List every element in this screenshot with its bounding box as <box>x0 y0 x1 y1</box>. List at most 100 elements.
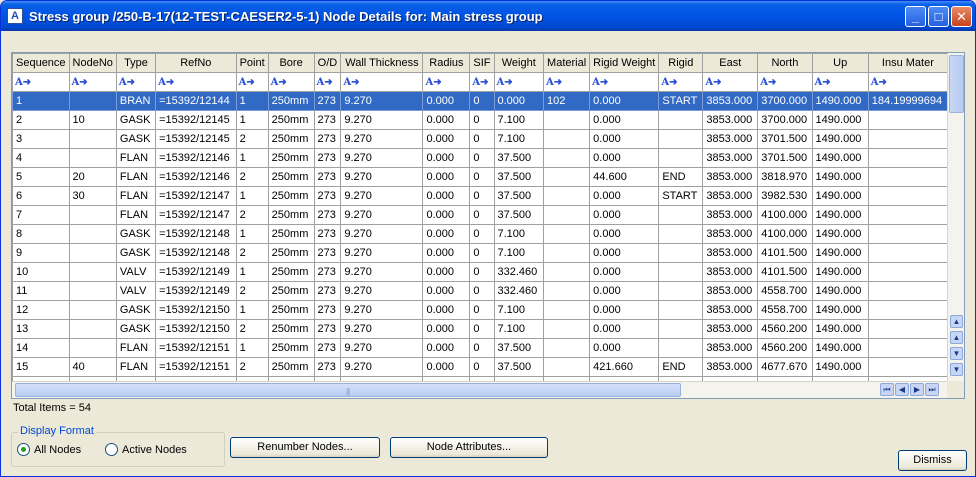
table-cell[interactable] <box>658 243 704 263</box>
nav-next-icon[interactable]: ▶ <box>910 383 924 396</box>
vertical-scrollbar[interactable]: ▲ ▲ ▼ ▼ <box>947 53 964 383</box>
horizontal-scrollbar[interactable]: ||| ⏮ ◀ ▶ ⏭ <box>12 381 948 398</box>
table-cell[interactable]: FLAN <box>115 186 157 206</box>
column-header[interactable]: Weight <box>493 53 545 73</box>
filter-icon[interactable]: A➜ <box>317 77 333 88</box>
table-cell[interactable]: 3 <box>12 129 70 149</box>
table-cell[interactable]: 2 <box>235 205 269 225</box>
vertical-scroll-thumb[interactable] <box>949 55 964 113</box>
filter-icon[interactable]: A➜ <box>271 77 287 88</box>
table-cell[interactable]: =15392/12144 <box>155 91 237 111</box>
table-cell[interactable]: 4558.700 <box>757 300 813 320</box>
table-cell[interactable]: 250mm <box>267 224 315 244</box>
table-cell[interactable]: 0 <box>469 338 495 358</box>
table-cell[interactable]: GASK <box>115 110 157 130</box>
table-row[interactable]: 7 FLAN =15392/12147 2 250mm 273 9.270 0.000 0 37.… <box>12 205 948 225</box>
table-cell[interactable]: 1 <box>235 262 269 282</box>
table-cell[interactable]: 9 <box>12 243 70 263</box>
table-cell[interactable]: 37.500 <box>493 148 545 168</box>
table-cell[interactable]: END <box>658 357 704 377</box>
table-cell[interactable]: 4100.000 <box>757 224 813 244</box>
table-cell[interactable] <box>543 338 591 358</box>
table-cell[interactable]: 37.500 <box>493 205 545 225</box>
column-filter[interactable]: A➜ <box>867 72 948 92</box>
table-cell[interactable]: 3853.000 <box>702 167 759 187</box>
table-cell[interactable]: =15392/12150 <box>155 300 237 320</box>
table-cell[interactable]: 0 <box>469 319 495 339</box>
table-cell[interactable] <box>68 262 117 282</box>
column-header[interactable]: Point <box>235 53 269 73</box>
table-cell[interactable] <box>867 243 948 263</box>
table-cell[interactable]: =15392/12146 <box>155 167 237 187</box>
table-cell[interactable]: 250mm <box>267 262 315 282</box>
table-row[interactable]: 10 VALV =15392/12149 1 250mm 273 9.270 0.000 0 33… <box>12 262 948 282</box>
table-cell[interactable]: =15392/12150 <box>155 319 237 339</box>
maximize-button[interactable]: □ <box>928 6 949 27</box>
table-cell[interactable]: 0.000 <box>589 281 660 301</box>
table-cell[interactable]: 0.000 <box>589 91 660 111</box>
table-cell[interactable]: 1 <box>235 148 269 168</box>
column-header[interactable]: SIF <box>469 53 495 73</box>
table-cell[interactable] <box>543 319 591 339</box>
table-cell[interactable]: =15392/12148 <box>155 224 237 244</box>
table-row[interactable]: 12 GASK =15392/12150 1 250mm 273 9.270 0.000 0 7.… <box>12 300 948 320</box>
table-cell[interactable]: 421.660 <box>589 357 660 377</box>
filter-icon[interactable]: A➜ <box>15 77 31 88</box>
table-cell[interactable]: 0 <box>469 300 495 320</box>
table-cell[interactable]: 7.100 <box>493 129 545 149</box>
table-cell[interactable]: 1490.000 <box>811 186 869 206</box>
table-cell[interactable]: 1490.000 <box>811 300 869 320</box>
table-cell[interactable]: 250mm <box>267 167 315 187</box>
table-cell[interactable] <box>658 205 704 225</box>
scroll-up-icon[interactable]: ▲ <box>950 331 963 344</box>
table-cell[interactable]: 9.270 <box>340 300 424 320</box>
table-cell[interactable]: 3700.000 <box>757 110 813 130</box>
table-cell[interactable]: 0 <box>469 243 495 263</box>
table-cell[interactable]: 37.500 <box>493 167 545 187</box>
table-cell[interactable]: 3701.500 <box>757 129 813 149</box>
table-row[interactable]: 13 GASK =15392/12150 2 250mm 273 9.270 0.000 0 7.… <box>12 319 948 339</box>
table-cell[interactable]: 0.000 <box>589 129 660 149</box>
table-cell[interactable]: 273 <box>313 186 342 206</box>
column-filter[interactable]: A➜ <box>702 72 759 92</box>
table-cell[interactable] <box>658 110 704 130</box>
table-cell[interactable] <box>543 357 591 377</box>
column-filter[interactable]: A➜ <box>811 72 869 92</box>
table-cell[interactable]: 0.000 <box>589 300 660 320</box>
table-cell[interactable]: 37.500 <box>493 186 545 206</box>
table-cell[interactable]: 9.270 <box>340 357 424 377</box>
table-cell[interactable]: 0 <box>469 224 495 244</box>
table-cell[interactable]: 273 <box>313 281 342 301</box>
table-cell[interactable]: 9.270 <box>340 129 424 149</box>
column-header[interactable]: RefNo <box>155 53 237 73</box>
table-cell[interactable]: 0.000 <box>422 281 471 301</box>
table-cell[interactable]: 273 <box>313 167 342 187</box>
table-cell[interactable]: 2 <box>235 129 269 149</box>
table-cell[interactable] <box>867 319 948 339</box>
column-header[interactable]: NodeNo <box>68 53 117 73</box>
table-cell[interactable]: 250mm <box>267 205 315 225</box>
renumber-nodes-button[interactable]: Renumber Nodes... <box>230 437 380 458</box>
nav-first-icon[interactable]: ⏮ <box>880 383 894 396</box>
table-cell[interactable] <box>543 300 591 320</box>
table-cell[interactable]: 9.270 <box>340 148 424 168</box>
all-nodes-radio[interactable]: All Nodes <box>17 443 81 456</box>
node-grid[interactable]: Sequence NodeNo Type RefNo Point Bore O/D Wall … <box>11 52 965 399</box>
table-cell[interactable]: 1490.000 <box>811 243 869 263</box>
table-cell[interactable]: 9.270 <box>340 167 424 187</box>
table-cell[interactable]: 250mm <box>267 91 315 111</box>
table-cell[interactable]: START <box>658 186 704 206</box>
filter-icon[interactable]: A➜ <box>158 77 174 88</box>
table-cell[interactable]: 0.000 <box>422 129 471 149</box>
table-cell[interactable]: 9.270 <box>340 338 424 358</box>
table-row[interactable]: 15 40 FLAN =15392/12151 2 250mm 273 9.270 0.000 0… <box>12 357 948 377</box>
table-cell[interactable]: 250mm <box>267 338 315 358</box>
table-cell[interactable]: 3853.000 <box>702 205 759 225</box>
table-row[interactable]: 9 GASK =15392/12148 2 250mm 273 9.270 0.000 0 7.1… <box>12 243 948 263</box>
table-cell[interactable]: 9.270 <box>340 243 424 263</box>
table-cell[interactable]: 0.000 <box>422 205 471 225</box>
table-cell[interactable]: 1 <box>235 300 269 320</box>
table-cell[interactable]: 3853.000 <box>702 148 759 168</box>
table-cell[interactable]: 1490.000 <box>811 281 869 301</box>
table-cell[interactable]: FLAN <box>115 167 157 187</box>
